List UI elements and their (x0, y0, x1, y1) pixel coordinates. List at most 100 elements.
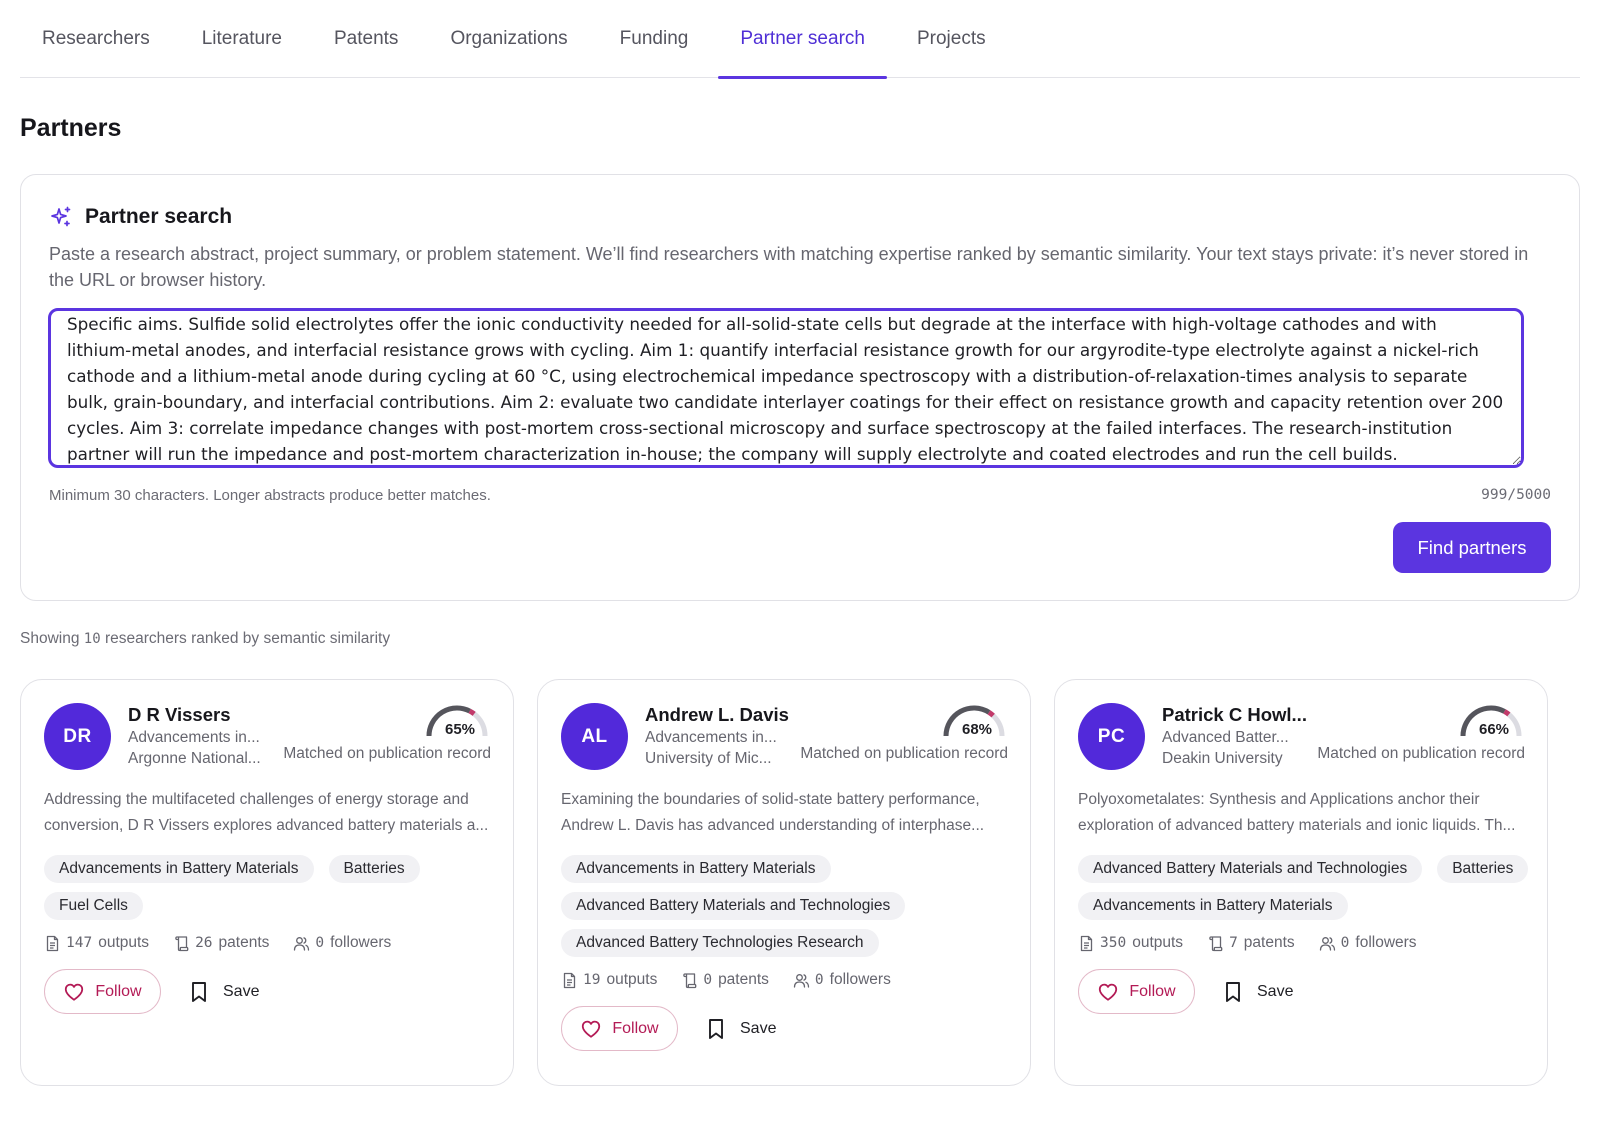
page-title: Partners (20, 114, 122, 142)
followers-count: 0 (814, 972, 824, 988)
tab-projects[interactable]: Projects (895, 0, 1008, 78)
researcher-stats: 147 outputs 26 patents 0 followers (44, 934, 415, 952)
tab-patents[interactable]: Patents (312, 0, 420, 78)
avatar[interactable]: AL (561, 703, 628, 770)
tab-funding[interactable]: Funding (598, 0, 711, 78)
topic-tag[interactable]: Advanced Battery Materials and Technolog… (1078, 855, 1423, 883)
tab-partner-search[interactable]: Partner search (718, 0, 887, 79)
save-button[interactable]: Save (189, 969, 259, 1014)
heart-icon (65, 983, 84, 1001)
save-label: Save (223, 982, 260, 1000)
partner-search-header: Partner search (49, 205, 232, 229)
results-suffix: researchers ranked by semantic similarit… (104, 630, 391, 647)
outputs-stat: 19 outputs (561, 971, 657, 989)
heart-icon (582, 1020, 601, 1038)
topic-tags: Advancements in Battery Materials Batteri… (44, 855, 504, 920)
save-button[interactable]: Save (1223, 969, 1293, 1014)
document-icon (1080, 935, 1093, 951)
tab-researchers[interactable]: Researchers (20, 0, 172, 78)
outputs-count: 350 (1100, 935, 1127, 951)
match-source: Matched on publication record (800, 745, 1008, 762)
researcher-topic: Advanced Batter... (1162, 729, 1289, 746)
researcher-summary: Examining the boundaries of solid-state … (561, 787, 1011, 839)
patents-stat: 0 patents (681, 971, 769, 989)
researcher-summary: Polyoxometalates: Synthesis and Applicat… (1078, 787, 1528, 839)
patents-stat: 26 patents (173, 934, 269, 952)
follow-button[interactable]: Follow (1078, 969, 1195, 1014)
followers-label: followers (330, 934, 392, 951)
users-icon (793, 973, 810, 988)
users-icon (1319, 936, 1335, 951)
researcher-stats: 19 outputs 0 patents 0 followers (561, 971, 915, 989)
summary-line: Examining the boundaries of solid-state … (561, 791, 980, 808)
followers-stat: 0 followers (1319, 934, 1417, 952)
follow-label: Follow (612, 1019, 659, 1037)
researcher-institution: Deakin University (1162, 750, 1283, 767)
avatar[interactable]: DR (44, 703, 111, 770)
heart-icon (1099, 983, 1118, 1001)
topic-tag[interactable]: Advancements in Battery Materials (44, 855, 314, 883)
topic-tag[interactable]: Batteries (1437, 855, 1529, 883)
tab-bar: Researchers Literature Patents Organizat… (20, 0, 1580, 79)
avatar[interactable]: PC (1078, 703, 1145, 770)
summary-line: exploration of advanced battery material… (1078, 817, 1516, 834)
researcher-name[interactable]: Patrick C Howl... (1162, 704, 1307, 726)
followers-stat: 0 followers (793, 971, 891, 989)
follow-button[interactable]: Follow (561, 1006, 678, 1051)
researcher-topic: Advancements in... (128, 729, 260, 746)
researcher-institution: University of Mic... (645, 750, 772, 767)
researcher-summary: Addressing the multifaceted challenges o… (44, 787, 494, 839)
followers-count: 0 (315, 935, 325, 951)
scroll-icon (683, 972, 697, 988)
topic-tag[interactable]: Fuel Cells (44, 892, 143, 920)
match-gauge: 66% (1460, 705, 1522, 738)
patents-count: 0 (703, 972, 713, 988)
patents-label: patents (1243, 934, 1295, 951)
outputs-label: outputs (1132, 934, 1184, 951)
users-icon (294, 936, 310, 951)
researcher-card[interactable]: PC Patrick C Howl... Advanced Batter... … (1054, 679, 1548, 1086)
match-source: Matched on publication record (283, 745, 491, 762)
researcher-stats: 350 outputs 7 patents 0 followers (1078, 934, 1441, 952)
patents-count: 7 (1229, 935, 1238, 951)
match-score: 66% (1479, 721, 1509, 738)
character-counter: 999/5000 (1481, 487, 1551, 503)
bookmark-icon (709, 1018, 723, 1039)
find-partners-button[interactable]: Find partners (1393, 522, 1551, 573)
topic-tag[interactable]: Advanced Battery Technologies Research (561, 929, 879, 957)
match-gauge-marker (1503, 709, 1511, 717)
patents-label: patents (218, 934, 270, 951)
outputs-count: 19 (583, 972, 601, 988)
researcher-card[interactable]: AL Andrew L. Davis Advancements in... Un… (537, 679, 1031, 1086)
topic-tag[interactable]: Advanced Battery Materials and Technolog… (561, 892, 906, 920)
bookmark-icon (192, 981, 206, 1002)
topic-tag[interactable]: Batteries (328, 855, 420, 883)
scroll-icon (175, 935, 189, 951)
followers-label: followers (829, 971, 891, 988)
researcher-name[interactable]: D R Vissers (128, 704, 231, 726)
partner-search-title: Partner search (85, 205, 233, 228)
topic-tags: Advanced Battery Materials and Technolog… (1078, 855, 1538, 920)
topic-tag[interactable]: Advancements in Battery Materials (1078, 892, 1348, 920)
abstract-textarea[interactable]: Specific aims. Sulfide solid electrolyte… (48, 308, 1524, 468)
save-button[interactable]: Save (706, 1006, 776, 1051)
outputs-stat: 350 outputs (1078, 934, 1183, 952)
match-source: Matched on publication record (1317, 745, 1525, 762)
input-hint: Minimum 30 characters. Longer abstracts … (49, 487, 491, 504)
tab-organizations[interactable]: Organizations (428, 0, 589, 78)
partner-search-card: Partner search Paste a research abstract… (20, 174, 1580, 601)
outputs-count: 147 (66, 935, 93, 951)
results-summary: Showing 10 researchers ranked by semanti… (20, 630, 390, 648)
summary-line: Addressing the multifaceted challenges o… (44, 791, 469, 808)
researcher-name[interactable]: Andrew L. Davis (645, 704, 789, 726)
outputs-stat: 147 outputs (44, 934, 149, 952)
researcher-institution: Argonne National... (128, 750, 261, 767)
follow-button[interactable]: Follow (44, 969, 161, 1014)
tab-literature[interactable]: Literature (180, 0, 304, 78)
match-gauge-marker (987, 710, 995, 718)
researcher-card[interactable]: DR D R Vissers Advancements in... Argonn… (20, 679, 514, 1086)
save-label: Save (1257, 982, 1294, 1000)
followers-stat: 0 followers (293, 934, 391, 952)
follow-label: Follow (1129, 982, 1176, 1000)
topic-tag[interactable]: Advancements in Battery Materials (561, 855, 831, 883)
